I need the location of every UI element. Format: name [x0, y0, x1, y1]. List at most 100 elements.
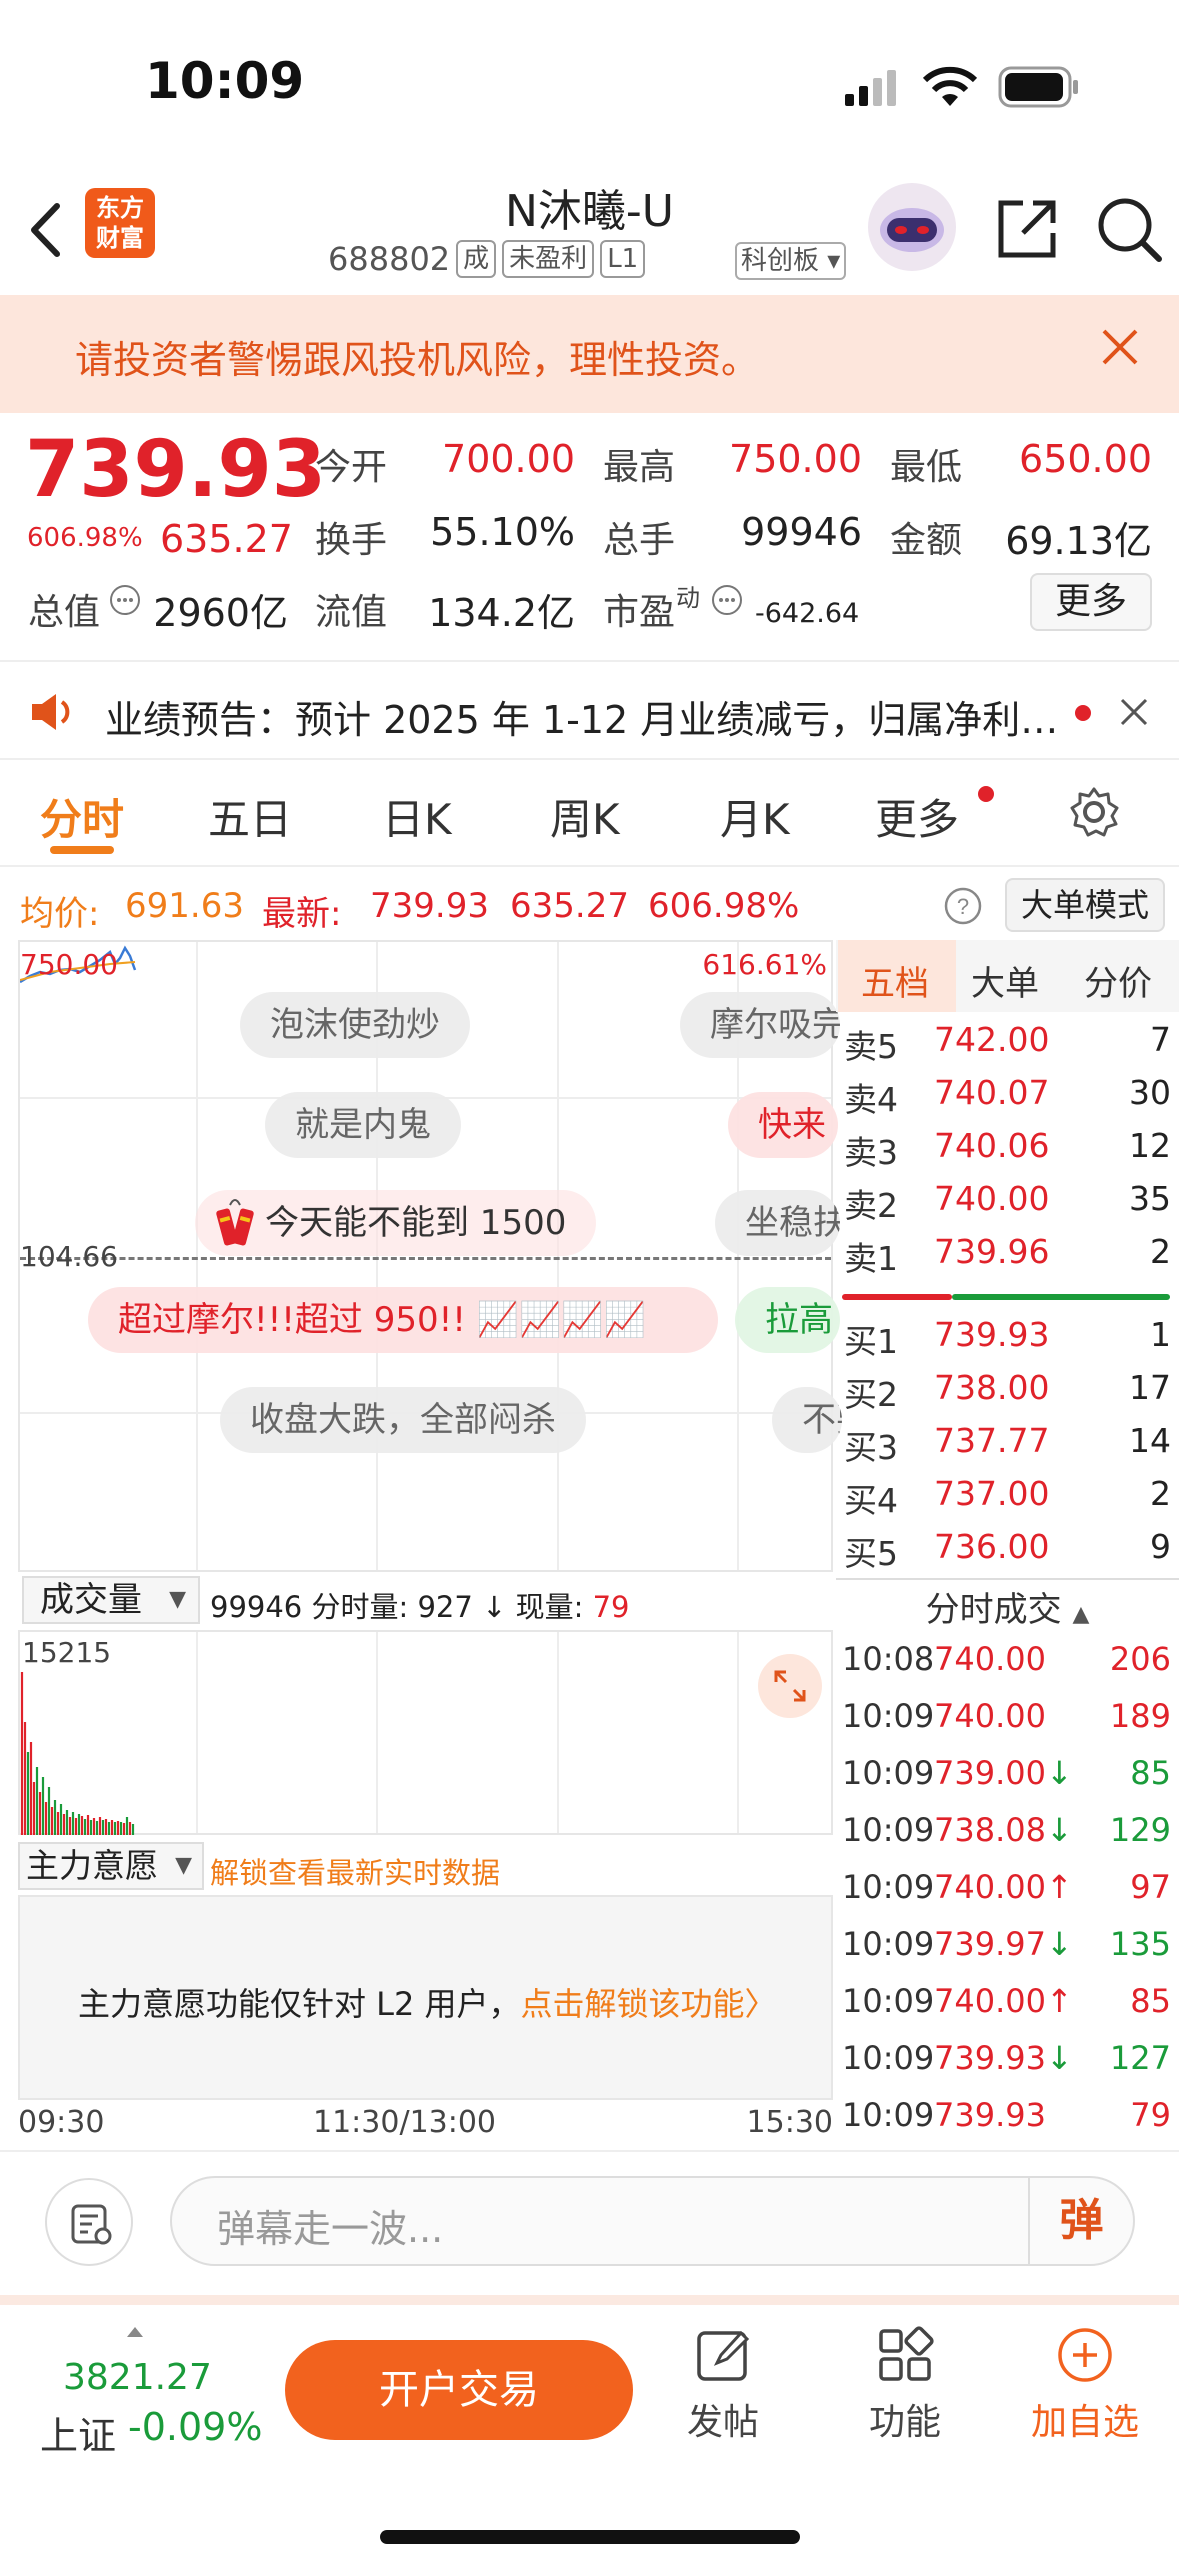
volume-chart[interactable]: 15215	[18, 1630, 833, 1835]
send-danmu-button[interactable]: 弹	[1028, 2178, 1133, 2264]
more-button[interactable]: 更多	[1030, 573, 1152, 631]
info-icon[interactable]	[710, 583, 744, 617]
low-label: 最低	[890, 447, 963, 488]
board-dropdown[interactable]: 科创板 ▾	[735, 242, 847, 280]
tab-level5[interactable]: 五档	[861, 956, 929, 1005]
signal-icon	[845, 70, 896, 106]
info-icon[interactable]	[108, 583, 142, 617]
danmu-bubble: 摩尔吸完	[680, 992, 840, 1058]
tick-price: 740.00	[934, 1697, 1046, 1735]
ask-volume: 35	[1129, 1179, 1171, 1218]
gear-icon[interactable]	[1068, 786, 1120, 838]
tick-time: 10:09	[842, 1697, 935, 1735]
turnover-label: 换手	[315, 520, 388, 561]
indicator-select[interactable]: 成交量 ▼	[22, 1576, 200, 1624]
add-watchlist-button[interactable]: 加自选	[1020, 2325, 1150, 2445]
volume-total: 99946	[210, 1590, 303, 1624]
tag-l1: L1	[600, 240, 646, 278]
bottom-bar: 3821.27 上证 -0.09% 开户交易 发帖 功能 加自选	[0, 2295, 1179, 2556]
tab-weekly-k[interactable]: 周K	[550, 786, 620, 847]
tab-price-dist[interactable]: 分价	[1084, 956, 1152, 1005]
danmu-placeholder: 弹幕走一波...	[217, 2207, 444, 2251]
tick-row: 10:09 739.93 79	[836, 2096, 1179, 2152]
danmu-input[interactable]: 弹幕走一波... 弹	[170, 2176, 1135, 2266]
danmu-settings-button[interactable]	[45, 2178, 133, 2266]
intraday-chart[interactable]: 750.00 616.61% 104.66 泡沫使劲炒 摩尔吸完 就是内鬼 快来…	[18, 940, 842, 1572]
tick-volume: 97	[1130, 1868, 1171, 1906]
tick-price: 739.93	[934, 2096, 1046, 2134]
tick-time: 10:09	[842, 1925, 935, 1963]
tick-time: 10:09	[842, 1868, 935, 1906]
index-name[interactable]: 上证	[40, 2405, 116, 2460]
ask-price: 740.00	[934, 1179, 1050, 1218]
tab-intraday[interactable]: 分时	[40, 786, 124, 847]
ask-label: 卖3	[844, 1133, 898, 1172]
tick-price: 739.00	[934, 1754, 1046, 1792]
bid-price: 737.77	[934, 1421, 1050, 1460]
tick-volume: 85	[1130, 1754, 1171, 1792]
close-icon[interactable]	[1118, 696, 1150, 728]
big-order-mode-button[interactable]: 大单模式	[1005, 878, 1165, 932]
function-button[interactable]: 功能	[840, 2325, 970, 2445]
quote-panel: 739.93 606.98% 635.27 今开 700.00 最高 750.0…	[0, 413, 1179, 658]
unlock-feature-link[interactable]: 点击解锁该功能〉	[521, 1985, 777, 2023]
avg-label: 均价:	[20, 894, 100, 934]
tab-five-day[interactable]: 五日	[208, 786, 292, 847]
ask-label: 卖2	[844, 1186, 898, 1225]
share-icon[interactable]	[993, 195, 1061, 263]
nav-bar: 东方 财富 N沐曦-U 688802 成 未盈利 L1 科创板 ▾	[0, 170, 1179, 295]
tab-big-order[interactable]: 大单	[971, 956, 1039, 1005]
main-force-label: 主力意愿	[26, 1846, 158, 1885]
caret-up-icon	[127, 2327, 143, 2337]
ask-price: 740.07	[934, 1073, 1050, 1112]
volume-bars	[20, 1672, 135, 1835]
period-arrow: ↓	[482, 1590, 507, 1624]
bid-price: 737.00	[934, 1474, 1050, 1513]
svg-text:?: ?	[957, 894, 969, 919]
bid-volume: 9	[1150, 1527, 1171, 1566]
amount-label: 金额	[890, 520, 963, 561]
tick-price: 740.00	[934, 1640, 1046, 1678]
post-button[interactable]: 发帖	[658, 2325, 788, 2445]
ticks-header[interactable]: 分时成交 ▲	[836, 1582, 1179, 1631]
firecracker-icon	[216, 1199, 254, 1246]
robot-assistant-icon[interactable]	[865, 180, 960, 275]
danmu-bubble: 不要	[772, 1387, 842, 1453]
tick-volume: 127	[1109, 2039, 1171, 2077]
unlock-link[interactable]: 解锁查看最新实时数据	[210, 1850, 500, 1892]
bid-ratio-bar	[952, 1294, 1170, 1300]
tab-monthly-k[interactable]: 月K	[720, 786, 790, 847]
chart-max-price: 750.00	[20, 948, 118, 981]
float-label: 流值	[315, 592, 388, 633]
search-icon[interactable]	[1095, 195, 1163, 263]
tick-row: 10:09 739.93↓ 127	[836, 2039, 1179, 2095]
time-end: 15:30	[746, 2105, 833, 2140]
index-value[interactable]: 3821.27	[63, 2357, 212, 2398]
tick-direction: ↓	[1045, 1811, 1073, 1849]
bid-price: 738.00	[934, 1368, 1050, 1407]
bid-volume: 1	[1150, 1315, 1171, 1354]
tab-daily-k[interactable]: 日K	[382, 786, 452, 847]
price-summary-row: 均价: 691.63 最新: 739.93 635.27 606.98% ? 大…	[0, 870, 1179, 940]
tick-price: 739.97	[934, 1925, 1046, 1963]
open-account-button[interactable]: 开户交易	[285, 2340, 633, 2440]
ask-row: 卖3 740.06 12	[836, 1126, 1179, 1178]
turnover-value: 55.10%	[430, 510, 575, 554]
open-label: 今开	[315, 447, 388, 488]
ask-label: 卖4	[844, 1080, 898, 1119]
tab-more[interactable]: 更多	[875, 786, 959, 847]
expand-button[interactable]	[758, 1654, 822, 1718]
ask-row: 卖1 739.96 2	[836, 1232, 1179, 1284]
main-force-select[interactable]: 主力意愿 ▼	[18, 1842, 204, 1890]
close-icon[interactable]	[1098, 325, 1142, 369]
help-icon[interactable]: ?	[943, 886, 983, 926]
tick-row: 10:09 740.00↑ 97	[836, 1868, 1179, 1924]
bid-label: 买4	[844, 1481, 898, 1520]
chart-up-emoji: 📈📈📈📈	[476, 1300, 647, 1340]
tick-direction: ↓	[1045, 2039, 1073, 2077]
notice-bar[interactable]: 业绩预告：预计 2025 年 1-12 月业绩减亏，归属净利…	[0, 660, 1179, 760]
tick-direction: ↓	[1045, 1925, 1073, 1963]
bid-volume: 2	[1150, 1474, 1171, 1513]
edit-icon	[697, 2330, 750, 2381]
index-change[interactable]: -0.09%	[128, 2405, 262, 2449]
